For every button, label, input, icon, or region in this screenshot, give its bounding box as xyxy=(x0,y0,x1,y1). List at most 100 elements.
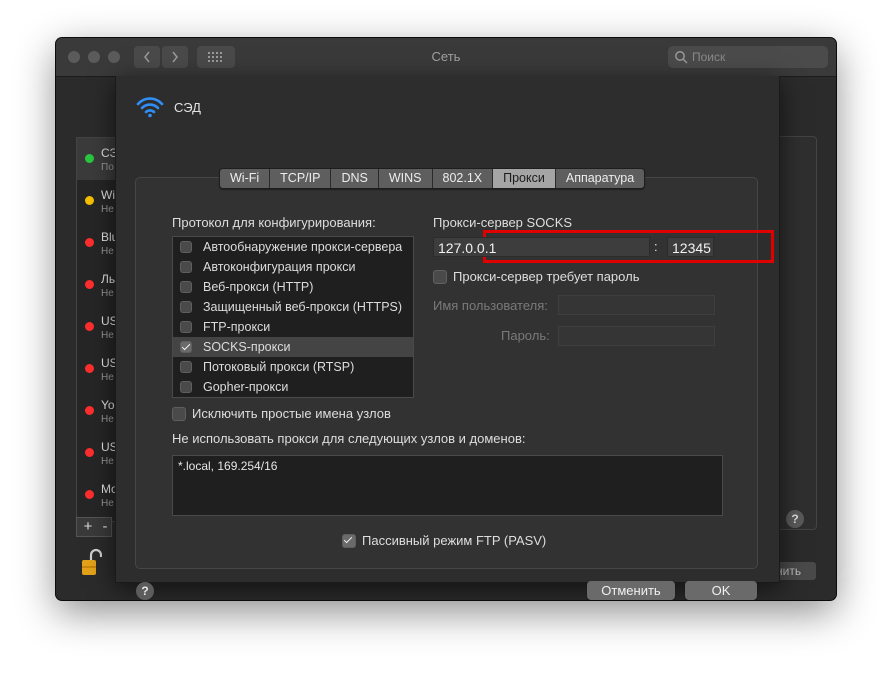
status-dot xyxy=(85,280,94,289)
protocol-label: FTP-прокси xyxy=(203,320,271,334)
checkbox[interactable] xyxy=(180,301,192,313)
protocol-item-auto-discovery[interactable]: Автообнаружение прокси-сервера xyxy=(173,237,413,257)
window-title: Сеть xyxy=(431,49,461,64)
help-icon[interactable]: ? xyxy=(136,582,154,600)
protocol-item-ftp[interactable]: FTP-прокси xyxy=(173,317,413,337)
pasv-checkbox[interactable] xyxy=(342,533,356,548)
ok-button[interactable]: OK xyxy=(685,581,757,600)
checkbox[interactable] xyxy=(180,241,192,253)
bypass-domains-textarea[interactable]: *.local, 169.254/16 xyxy=(172,455,723,516)
forward-button[interactable] xyxy=(162,46,188,68)
status-dot xyxy=(85,322,94,331)
wifi-icon xyxy=(136,97,164,118)
service-status: Не xyxy=(101,246,114,257)
protocols-label: Протокол для конфигурирования: xyxy=(172,215,376,230)
port-separator: : xyxy=(654,239,658,254)
apply-button[interactable]: нить xyxy=(774,562,816,580)
password-field[interactable] xyxy=(558,326,715,346)
protocol-item-auto-config[interactable]: Автоконфигурация прокси xyxy=(173,257,413,277)
checkbox[interactable] xyxy=(180,381,192,393)
service-status: Не xyxy=(101,456,114,467)
exclude-simple-names-checkbox[interactable] xyxy=(172,406,186,421)
chevron-right-icon xyxy=(172,51,178,63)
status-dot xyxy=(85,490,94,499)
protocol-label: Автоконфигурация прокси xyxy=(203,260,356,274)
service-status: Не xyxy=(101,288,114,299)
service-status: Не xyxy=(101,204,114,215)
search-placeholder: Поиск xyxy=(692,50,726,64)
protocol-label: Автообнаружение прокси-сервера xyxy=(203,240,403,254)
show-all-button[interactable] xyxy=(197,46,235,68)
pasv-label: Пассивный режим FTP (PASV) xyxy=(362,533,547,548)
service-name: Ль xyxy=(101,272,116,286)
requires-password-checkbox[interactable] xyxy=(433,269,447,284)
username-label: Имя пользователя: xyxy=(433,298,548,313)
protocol-item-rtsp[interactable]: Потоковый прокси (RTSP) xyxy=(173,357,413,377)
checkbox[interactable] xyxy=(180,361,192,373)
tab-dns[interactable]: DNS xyxy=(331,169,379,188)
protocol-item-socks[interactable]: SOCKS-прокси xyxy=(173,337,413,357)
requires-password-checkbox-row[interactable]: Прокси-сервер требует пароль xyxy=(433,269,639,284)
zoom-window-button[interactable] xyxy=(108,51,120,63)
requires-password-label: Прокси-сервер требует пароль xyxy=(453,269,640,284)
tab-wifi[interactable]: Wi-Fi xyxy=(220,169,271,188)
exclude-simple-names-label: Исключить простые имена узлов xyxy=(192,406,391,421)
network-preferences-window: Сеть Поиск СЭ По Wi Не Blu Не Ль Не US Н… xyxy=(56,38,836,600)
minimize-window-button[interactable] xyxy=(88,51,100,63)
grid-icon xyxy=(208,52,222,62)
tab-bar: Wi-Fi TCP/IP DNS WINS 802.1X Прокси Аппа… xyxy=(219,168,646,189)
protocol-item-http[interactable]: Веб-прокси (HTTP) xyxy=(173,277,413,297)
protocol-label: Gopher-прокси xyxy=(203,380,289,394)
socks-server-label: Прокси-сервер SOCKS xyxy=(433,215,573,230)
remove-service-button[interactable]: - xyxy=(99,517,112,537)
protocol-item-gopher[interactable]: Gopher-прокси xyxy=(173,377,413,397)
tab-tcpip[interactable]: TCP/IP xyxy=(270,169,332,188)
cancel-button[interactable]: Отменить xyxy=(587,581,675,600)
server-address-field[interactable]: 127.0.0.1 xyxy=(433,237,650,257)
help-icon[interactable]: ? xyxy=(786,510,804,528)
protocol-label: Защищенный веб-прокси (HTTPS) xyxy=(203,300,403,314)
status-dot xyxy=(85,448,94,457)
port-field[interactable]: 12345 xyxy=(667,237,714,257)
username-field[interactable] xyxy=(558,295,715,315)
sheet-title: СЭД xyxy=(174,99,201,115)
protocol-item-https[interactable]: Защищенный веб-прокси (HTTPS) xyxy=(173,297,413,317)
add-service-button[interactable]: + xyxy=(76,517,100,537)
search-icon xyxy=(675,51,688,64)
service-status: По xyxy=(101,162,114,173)
sheet-header: СЭД xyxy=(136,96,201,118)
lock-icon[interactable] xyxy=(80,548,103,581)
checkbox[interactable] xyxy=(180,341,192,353)
tab-8021x[interactable]: 802.1X xyxy=(432,169,494,188)
tab-proxies[interactable]: Прокси xyxy=(493,169,556,188)
service-status: Не xyxy=(101,414,114,425)
service-status: Не xyxy=(101,330,114,341)
network-settings-sheet: СЭД Wi-Fi TCP/IP DNS WINS 802.1X Прокси … xyxy=(115,76,780,600)
protocol-list[interactable]: Автообнаружение прокси-сервера Автоконфи… xyxy=(172,236,414,398)
exclude-simple-names-row[interactable]: Исключить простые имена узлов xyxy=(172,406,391,421)
protocol-label: Веб-прокси (HTTP) xyxy=(203,280,314,294)
bypass-label: Не использовать прокси для следующих узл… xyxy=(172,431,526,446)
pasv-row[interactable]: Пассивный режим FTP (PASV) xyxy=(342,533,546,548)
status-dot xyxy=(85,364,94,373)
close-window-button[interactable] xyxy=(68,51,80,63)
password-label: Пароль: xyxy=(501,328,550,343)
status-dot xyxy=(85,154,94,163)
search-field[interactable]: Поиск xyxy=(668,46,828,68)
service-status: Не xyxy=(101,372,114,383)
checkbox[interactable] xyxy=(180,281,192,293)
tab-wins[interactable]: WINS xyxy=(378,169,433,188)
back-button[interactable] xyxy=(134,46,160,68)
tab-hardware[interactable]: Аппаратура xyxy=(555,169,645,188)
checkbox[interactable] xyxy=(180,321,192,333)
title-bar: Сеть Поиск xyxy=(56,38,836,77)
service-name: Wi xyxy=(101,188,115,202)
status-dot xyxy=(85,238,94,247)
service-status: Не xyxy=(101,498,114,509)
status-dot xyxy=(85,196,94,205)
service-name: Yo xyxy=(101,398,115,412)
status-dot xyxy=(85,406,94,415)
checkbox[interactable] xyxy=(180,261,192,273)
protocol-label: SOCKS-прокси xyxy=(203,340,291,354)
details-panel xyxy=(774,136,817,530)
